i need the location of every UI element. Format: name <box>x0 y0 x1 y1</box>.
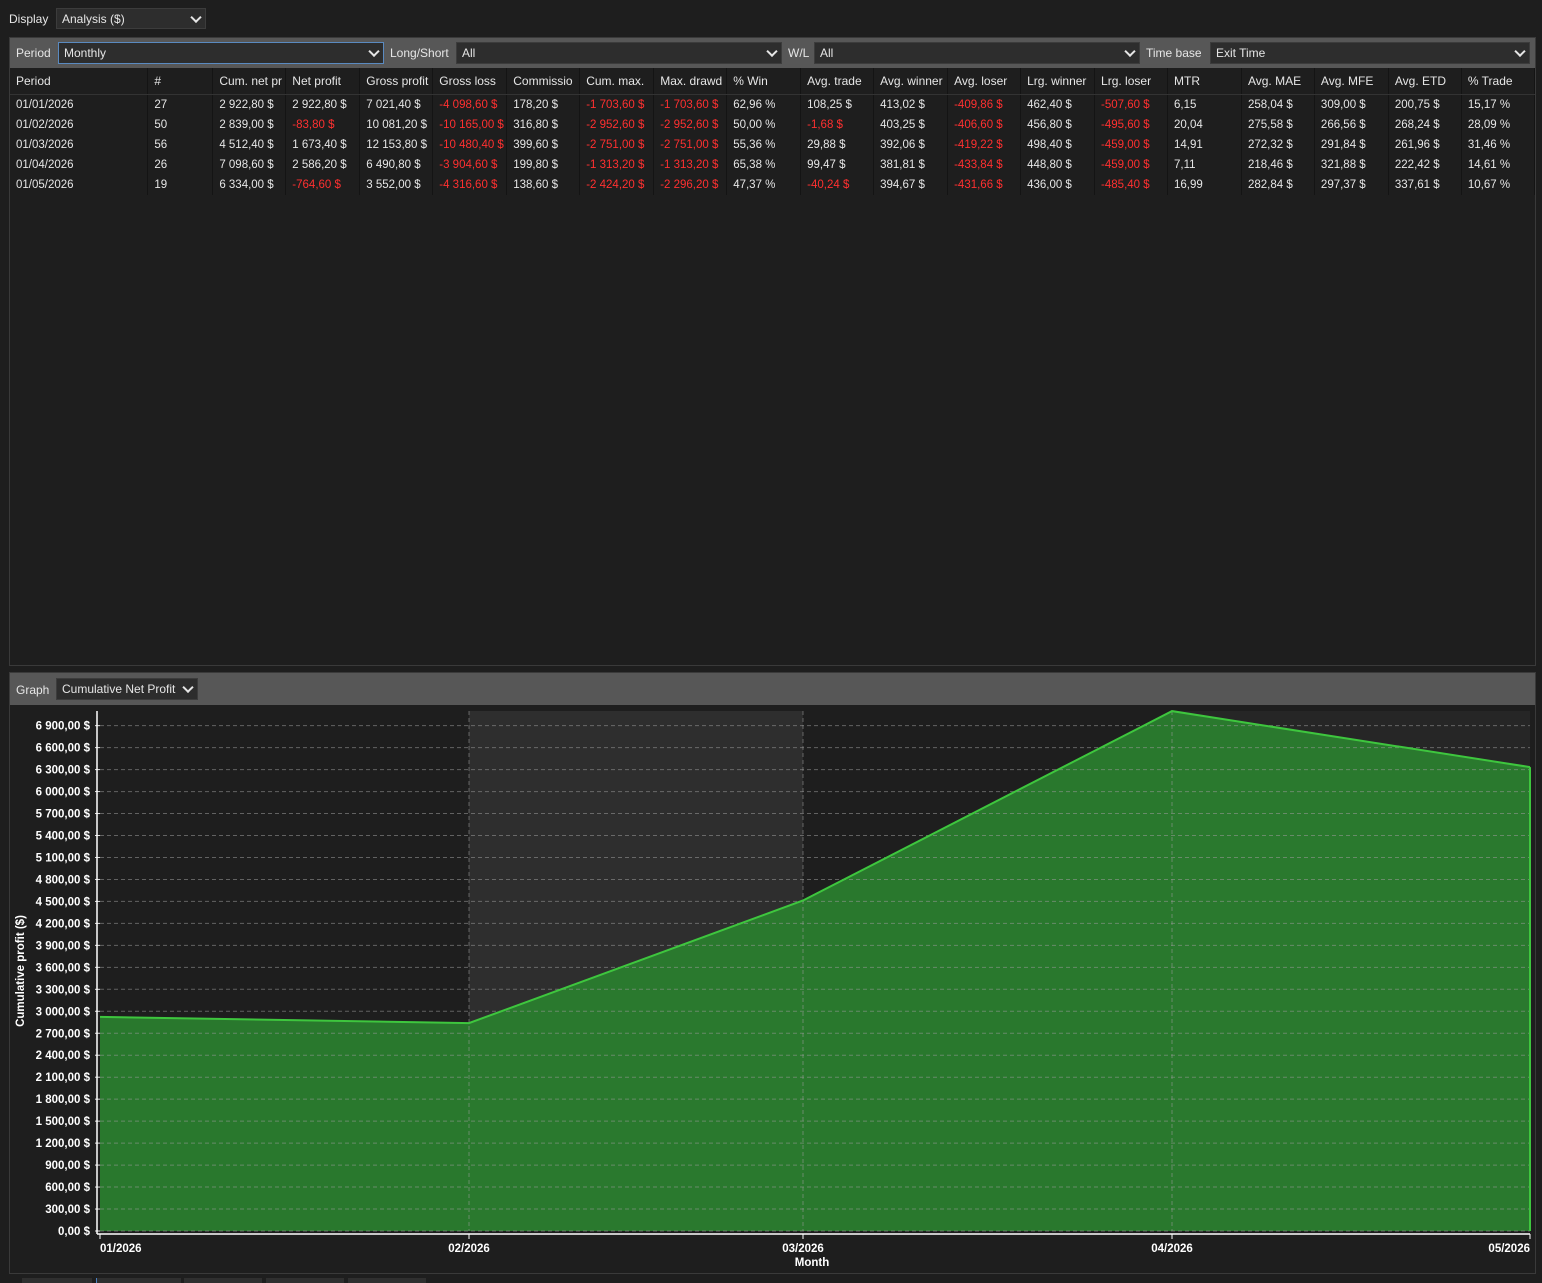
y-tick-label: 3 300,00 $ <box>36 984 91 996</box>
tab-1[interactable] <box>22 1278 92 1283</box>
y-tick-label: 2 400,00 $ <box>36 1050 91 1062</box>
x-tick-label: 01/2026 <box>100 1243 142 1255</box>
y-axis-label: Cumulative profit ($) <box>15 915 27 1027</box>
y-tick-label: 1 200,00 $ <box>36 1138 91 1150</box>
y-tick-label: 1 500,00 $ <box>36 1116 91 1128</box>
y-tick-label: 900,00 $ <box>45 1160 90 1172</box>
x-tick-label: 04/2026 <box>1151 1243 1193 1255</box>
x-axis-label: Month <box>795 1257 829 1269</box>
y-tick-label: 4 200,00 $ <box>36 918 91 930</box>
x-tick-label: 02/2026 <box>448 1243 490 1255</box>
y-tick-label: 3 600,00 $ <box>36 962 91 974</box>
tab-4[interactable] <box>266 1278 344 1283</box>
y-tick-label: 6 600,00 $ <box>36 743 91 755</box>
y-tick-label: 2 100,00 $ <box>36 1072 91 1084</box>
x-tick-label: 03/2026 <box>782 1243 824 1255</box>
x-tick-label: 05/2026 <box>1488 1243 1530 1255</box>
y-tick-label: 5 100,00 $ <box>36 852 91 864</box>
tab-5[interactable] <box>348 1278 426 1283</box>
y-tick-label: 6 900,00 $ <box>36 721 91 733</box>
y-tick-label: 6 000,00 $ <box>36 787 91 799</box>
cumulative-profit-chart: 0,00 $ 300,00 $ 600,00 $ 900,00 $ 1 200,00 $… <box>15 710 1531 1269</box>
y-tick-label: 600,00 $ <box>45 1182 90 1194</box>
y-tick-label: 5 400,00 $ <box>36 831 91 843</box>
y-tick-label: 5 700,00 $ <box>36 809 91 821</box>
y-tick-label: 300,00 $ <box>45 1204 90 1216</box>
y-tick-label: 6 300,00 $ <box>36 765 91 777</box>
y-tick-label: 1 800,00 $ <box>36 1094 91 1106</box>
y-tick-label: 0,00 $ <box>58 1226 91 1238</box>
y-tick-label: 4 500,00 $ <box>36 896 91 908</box>
tab-3[interactable] <box>184 1278 262 1283</box>
tab-2[interactable] <box>96 1278 181 1283</box>
y-tick-label: 3 000,00 $ <box>36 1006 91 1018</box>
y-tick-label: 3 900,00 $ <box>36 940 91 952</box>
y-tick-label: 2 700,00 $ <box>36 1028 91 1040</box>
y-tick-label: 4 800,00 $ <box>36 874 91 886</box>
